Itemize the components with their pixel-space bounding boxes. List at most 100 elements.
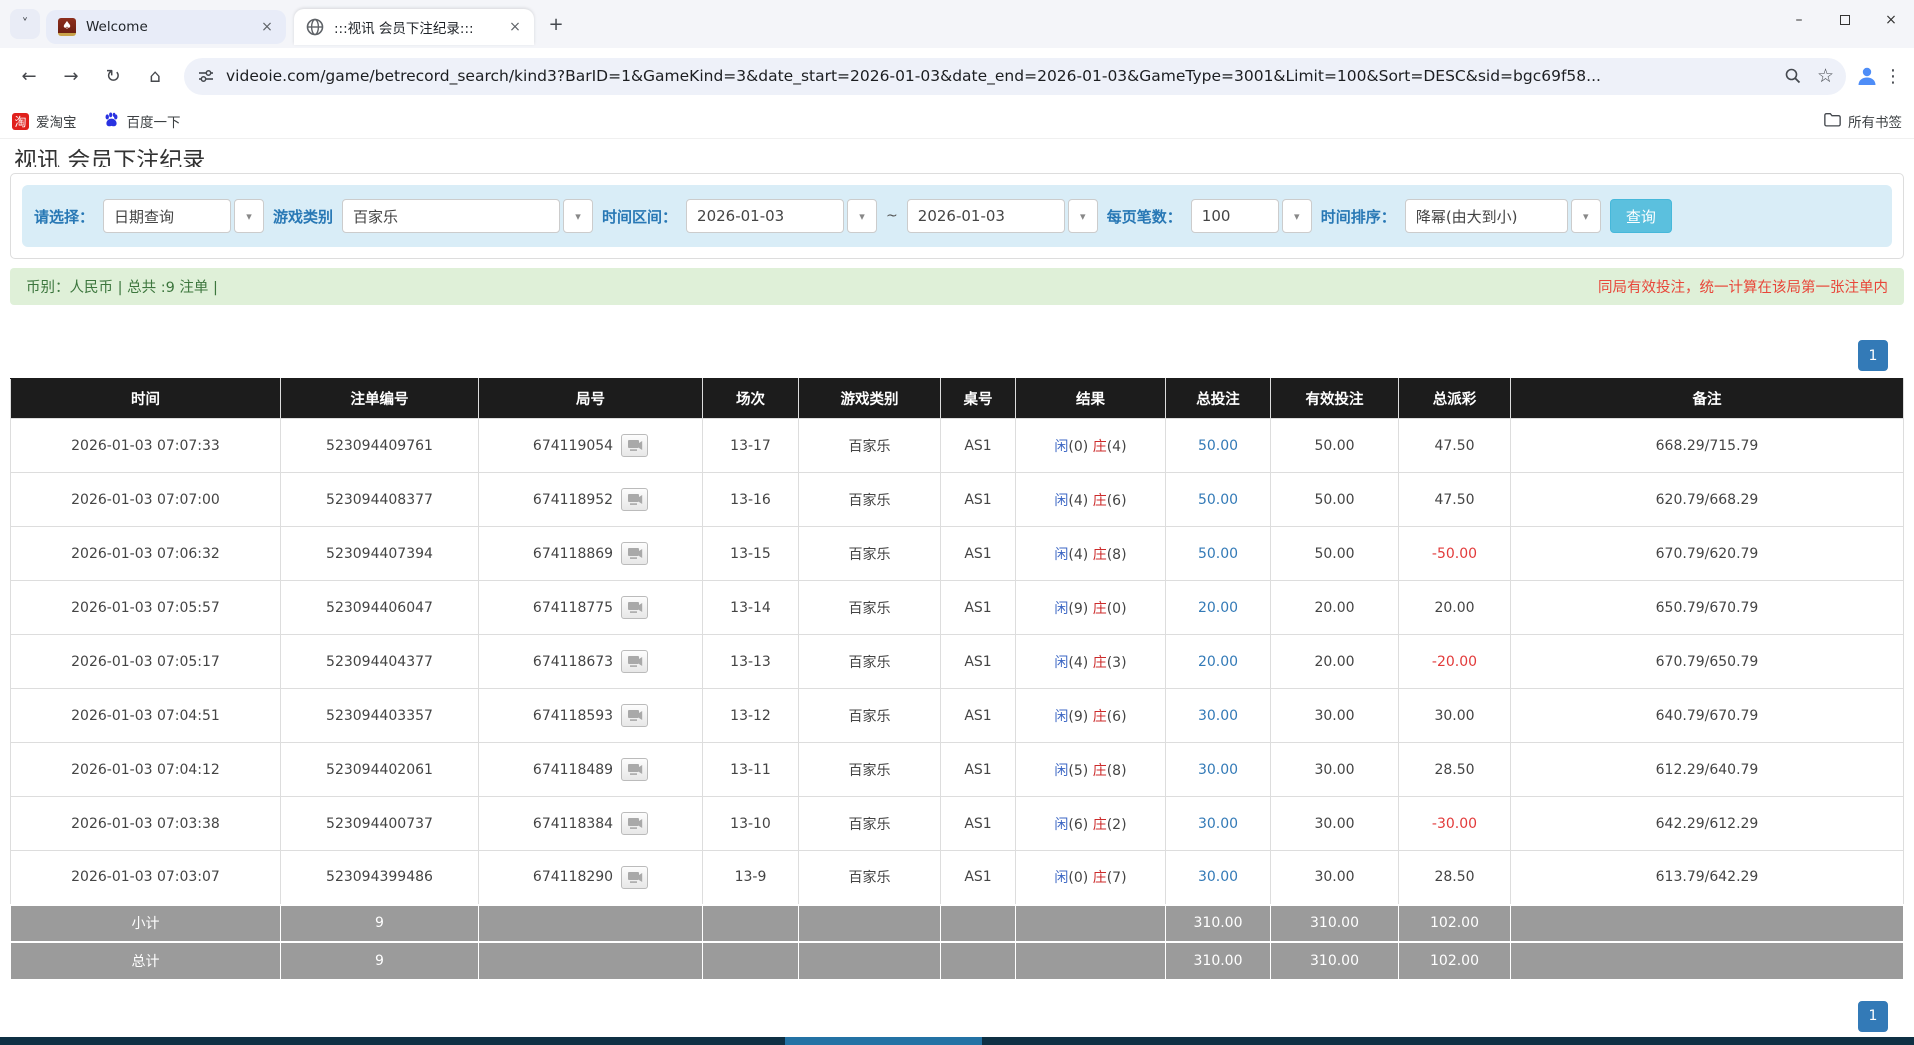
search-button[interactable]: 查询 — [1610, 199, 1672, 233]
sort-value[interactable]: 降幂(由大到小) — [1405, 199, 1568, 233]
total-bet-link[interactable]: 30.00 — [1198, 762, 1238, 778]
chevron-down-icon[interactable]: ▾ — [563, 199, 593, 233]
date-start-value[interactable]: 2026-01-03 — [686, 199, 844, 233]
total-bet-link[interactable]: 30.00 — [1198, 869, 1238, 885]
subtotal-label: 小计 — [11, 905, 281, 942]
player-result-label: 闲 — [1054, 763, 1068, 779]
total-bet-link[interactable]: 20.00 — [1198, 600, 1238, 616]
col-payout: 总派彩 — [1399, 379, 1511, 419]
chevron-down-icon[interactable]: ▾ — [234, 199, 264, 233]
round-video-icon[interactable] — [621, 596, 648, 619]
cell-bet-id: 523094403357 — [281, 689, 479, 743]
banker-score: (3) — [1107, 655, 1127, 671]
zoom-icon[interactable] — [1783, 66, 1803, 86]
query-type-select[interactable]: 日期查询 ▾ — [103, 199, 264, 233]
round-video-icon[interactable] — [621, 704, 648, 727]
total-bet-link[interactable]: 30.00 — [1198, 816, 1238, 832]
round-video-icon[interactable] — [621, 866, 648, 889]
cell-note: 620.79/668.29 — [1511, 473, 1904, 527]
url-text[interactable]: videoie.com/game/betrecord_search/kind3?… — [226, 67, 1775, 85]
browser-menu-icon[interactable]: ⋮ — [1880, 66, 1906, 87]
cell-total-bet: 50.00 — [1166, 473, 1271, 527]
bookmark-star-icon[interactable]: ☆ — [1817, 65, 1834, 87]
cell-valid-bet: 50.00 — [1271, 527, 1399, 581]
tilde-separator: ~ — [886, 208, 898, 224]
total-bet-link[interactable]: 30.00 — [1198, 708, 1238, 724]
close-window-button[interactable]: × — [1868, 0, 1914, 40]
total-label: 总计 — [11, 942, 281, 979]
chevron-down-icon[interactable]: ▾ — [1282, 199, 1312, 233]
player-score: (9) — [1068, 709, 1088, 725]
folder-icon — [1824, 112, 1841, 131]
cell-result: 闲(4) 庄(3) — [1016, 635, 1166, 689]
tab-welcome[interactable]: ♠ Welcome × — [46, 10, 286, 44]
total-bet-link[interactable]: 50.00 — [1198, 438, 1238, 454]
total-bet-link[interactable]: 50.00 — [1198, 546, 1238, 562]
tune-icon[interactable] — [196, 66, 216, 86]
round-video-icon[interactable] — [621, 758, 648, 781]
pagination-top: 1 — [10, 340, 1904, 371]
bookmarks-bar: 淘 爱淘宝 百度一下 所有书签 — [0, 104, 1914, 139]
forward-button[interactable]: → — [54, 59, 88, 93]
home-button[interactable]: ⌂ — [138, 59, 172, 93]
round-video-icon[interactable] — [621, 650, 648, 673]
address-bar[interactable]: videoie.com/game/betrecord_search/kind3?… — [184, 58, 1846, 95]
per-page-select[interactable]: 100 ▾ — [1191, 199, 1312, 233]
bookmark-baidu[interactable]: 百度一下 — [103, 111, 181, 132]
scrollbar-thumb[interactable] — [785, 1037, 982, 1045]
query-type-value[interactable]: 日期查询 — [103, 199, 231, 233]
col-round-id: 局号 — [479, 379, 703, 419]
close-tab-icon[interactable]: × — [258, 18, 276, 36]
date-end-value[interactable]: 2026-01-03 — [907, 199, 1065, 233]
all-bookmarks-button[interactable]: 所有书签 — [1824, 111, 1902, 131]
bookmark-taobao[interactable]: 淘 爱淘宝 — [12, 111, 77, 131]
col-session: 场次 — [703, 379, 799, 419]
col-table: 桌号 — [941, 379, 1016, 419]
tab-betrecord[interactable]: :::视讯 会员下注纪录::: × — [294, 9, 534, 45]
round-id-text: 674118384 — [533, 816, 613, 832]
game-kind-select[interactable]: 百家乐 ▾ — [342, 199, 593, 233]
maximize-button[interactable] — [1822, 0, 1868, 40]
profile-avatar-icon[interactable] — [1854, 63, 1880, 89]
cell-total-bet: 30.00 — [1166, 797, 1271, 851]
subtotal-row: 小计 9 310.00 310.00 102.00 — [11, 905, 1904, 942]
game-kind-value[interactable]: 百家乐 — [342, 199, 560, 233]
round-video-icon[interactable] — [621, 488, 648, 511]
filter-bar: 请选择： 日期查询 ▾ 游戏类别 百家乐 ▾ 时间区间： 2026-01-03 … — [22, 185, 1892, 247]
chevron-down-icon[interactable]: ▾ — [1571, 199, 1601, 233]
window-controls: – × — [1776, 0, 1914, 40]
chevron-down-icon[interactable]: ▾ — [1068, 199, 1098, 233]
page-title: 视讯 会员下注纪录 — [14, 146, 1904, 167]
new-tab-button[interactable]: + — [542, 10, 570, 38]
round-video-icon[interactable] — [621, 812, 648, 835]
back-button[interactable]: ← — [12, 59, 46, 93]
horizontal-scrollbar[interactable] — [0, 1037, 1914, 1045]
close-tab-icon[interactable]: × — [506, 18, 524, 36]
cell-table: AS1 — [941, 419, 1016, 473]
cell-table: AS1 — [941, 635, 1016, 689]
subtotal-total-bet: 310.00 — [1166, 905, 1271, 942]
cell-game-kind: 百家乐 — [799, 797, 941, 851]
cell-payout: -20.00 — [1399, 635, 1511, 689]
total-bet-link[interactable]: 50.00 — [1198, 492, 1238, 508]
reload-button[interactable]: ↻ — [96, 59, 130, 93]
minimize-button[interactable]: – — [1776, 0, 1822, 40]
date-end-select[interactable]: 2026-01-03 ▾ — [907, 199, 1098, 233]
banker-score: (4) — [1107, 439, 1127, 455]
banker-score: (0) — [1107, 601, 1127, 617]
page-1-button[interactable]: 1 — [1858, 1001, 1888, 1032]
table-row: 2026-01-03 07:06:32 523094407394 6741188… — [11, 527, 1904, 581]
player-score: (4) — [1068, 547, 1088, 563]
round-video-icon[interactable] — [621, 434, 648, 457]
per-page-value[interactable]: 100 — [1191, 199, 1279, 233]
date-start-select[interactable]: 2026-01-03 ▾ — [686, 199, 877, 233]
round-video-icon[interactable] — [621, 542, 648, 565]
player-result-label: 闲 — [1054, 493, 1068, 509]
tab-search-button[interactable]: ˅ — [10, 9, 40, 39]
cell-game-kind: 百家乐 — [799, 635, 941, 689]
chevron-down-icon[interactable]: ▾ — [847, 199, 877, 233]
total-bet-link[interactable]: 20.00 — [1198, 654, 1238, 670]
sort-select[interactable]: 降幂(由大到小) ▾ — [1405, 199, 1601, 233]
page-1-button[interactable]: 1 — [1858, 340, 1888, 371]
cell-game-kind: 百家乐 — [799, 419, 941, 473]
